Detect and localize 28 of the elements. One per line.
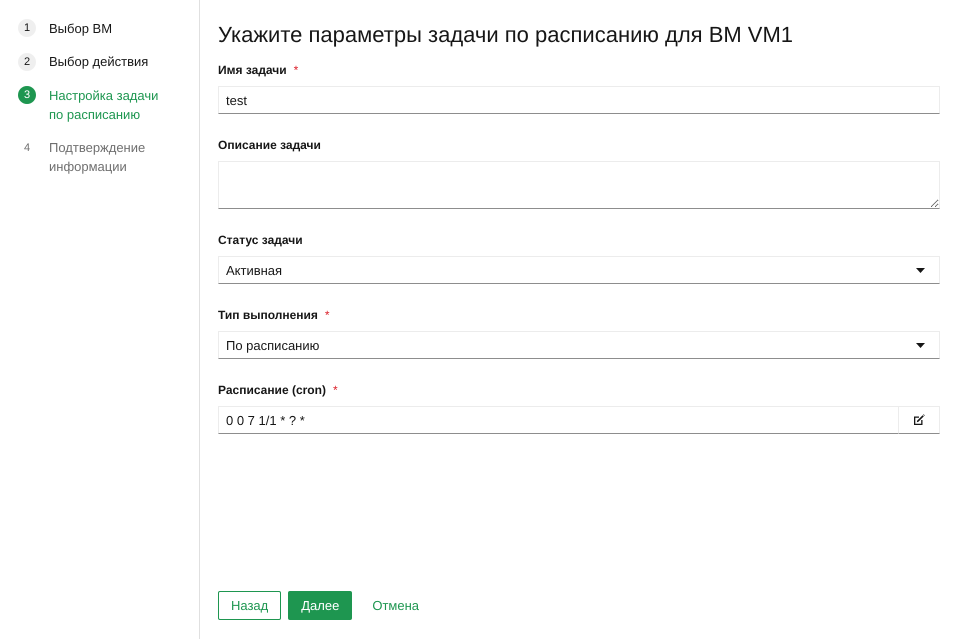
dropdown[interactable]: По расписанию — [218, 331, 940, 359]
step-number: 3 — [18, 86, 36, 104]
field-label: Описание задачи — [218, 137, 321, 153]
action-button[interactable]: Далее — [288, 591, 352, 620]
text-input-field[interactable]: test — [218, 86, 940, 114]
step-number: 4 — [22, 140, 32, 156]
step-number: 1 — [18, 19, 36, 37]
field-label: Статус задачи — [218, 232, 303, 248]
required-asterisk: * — [324, 307, 330, 323]
step-label[interactable]: Подтверждение информации — [49, 138, 171, 176]
required-asterisk: * — [332, 382, 338, 398]
caret-down-icon — [916, 342, 925, 348]
action-button[interactable]: Назад — [218, 591, 282, 620]
field-label: Расписание (cron) — [218, 382, 326, 398]
field-label: Тип выполнения — [218, 307, 318, 323]
edit-button[interactable] — [898, 406, 940, 434]
textarea-field[interactable] — [218, 161, 940, 209]
step-label[interactable]: Выбор действия — [49, 52, 148, 71]
page-title: Укажите параметры задачи по расписанию для ВМ VM1 — [218, 22, 794, 48]
caret-down-icon — [916, 268, 925, 272]
step-number: 2 — [18, 52, 36, 70]
dropdown[interactable]: Активная — [218, 256, 940, 284]
required-asterisk: * — [294, 62, 298, 78]
text-input-field[interactable]: 0 0 7 1/1 * ? * — [218, 406, 898, 434]
step-label[interactable]: Настройка задачи по расписанию — [49, 86, 171, 124]
field-label: Имя задачи — [218, 62, 287, 78]
cancel-link[interactable]: Отмена — [359, 591, 432, 620]
step-label[interactable]: Выбор ВМ — [49, 18, 112, 38]
